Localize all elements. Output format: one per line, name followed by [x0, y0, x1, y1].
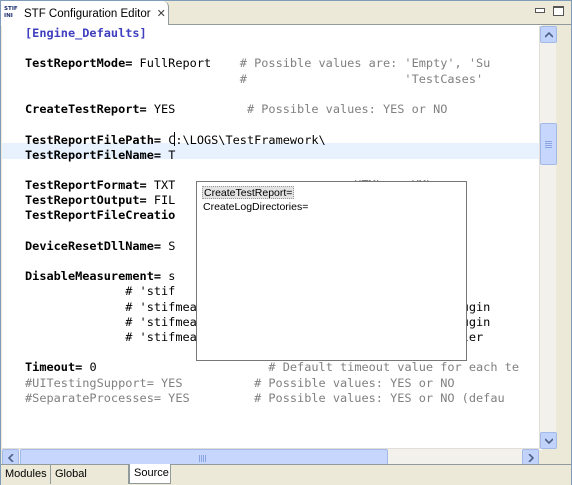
arrow-right-icon — [528, 454, 534, 462]
editor-tab-strip: STIF INI STF Configuration Editor ✕ — [1, 1, 571, 26]
source-token: # Default timeout value for each te — [268, 360, 519, 375]
source-editor[interactable]: [Engine_Defaults] TestReportMode= FullRep… — [2, 25, 542, 450]
source-token: DeviceResetDllName= — [25, 238, 162, 253]
source-token: #SeparateProcesses= YES # Possible value… — [25, 390, 505, 405]
scroll-up-button[interactable] — [540, 26, 557, 43]
source-line: [Engine_Defaults] — [25, 26, 147, 41]
source-token: :\LOGS\TestFramework\ — [175, 133, 326, 148]
source-token: TestReportOutput= — [25, 193, 147, 208]
arrow-up-icon — [545, 32, 553, 38]
source-line: #SeparateProcesses= YES # Possible value… — [25, 391, 505, 406]
editor-tab[interactable]: STIF INI STF Configuration Editor ✕ — [1, 1, 169, 26]
tab-global-settings[interactable]: Global settings — [51, 465, 129, 484]
vertical-scrollbar[interactable] — [539, 26, 557, 449]
source-line: # 'TestCases' — [25, 72, 490, 87]
scroll-down-button[interactable] — [540, 432, 557, 449]
source-token: [Engine_Defaults] — [25, 26, 147, 40]
source-token — [25, 72, 240, 86]
source-token: # Possible values: YES or NO — [246, 102, 448, 116]
autocomplete-popup: CreateTestReport= CreateLogDirectories= — [196, 181, 467, 361]
page-tabs: Modules Global settings Source — [1, 464, 571, 485]
source-token: TestReportFilePath= — [25, 133, 162, 148]
autocomplete-item-create-log-directories[interactable]: CreateLogDirectories= — [202, 201, 309, 214]
arrow-left-icon — [8, 454, 14, 462]
maximize-icon[interactable] — [551, 5, 565, 17]
source-token: Timeout= — [25, 360, 83, 375]
source-token: TestReportFormat= — [25, 178, 147, 192]
source-line: TestReportMode= FullReport # Possible va… — [25, 56, 490, 71]
source-token: T — [161, 147, 176, 162]
source-line: TestReportFilePath= C:\LOGS\TestFramewor… — [25, 132, 326, 147]
editor-tab-title: STF Configuration Editor — [24, 7, 151, 20]
source-line: TestReportFileName= T — [25, 148, 175, 163]
vertical-scroll-thumb[interactable] — [540, 123, 557, 165]
horizontal-scrollbar[interactable] — [2, 448, 539, 466]
arrow-down-icon — [545, 438, 553, 444]
source-token: 0 — [82, 360, 269, 375]
source-line: CreateTestReport= YES # Possible values:… — [25, 102, 447, 117]
source-token: TestReportFileName= — [25, 147, 162, 162]
source-token: YES — [146, 102, 247, 116]
close-icon[interactable]: ✕ — [157, 8, 166, 19]
source-token: TestReportMode= — [25, 56, 133, 71]
minimize-icon[interactable] — [533, 5, 547, 17]
stif-ini-file-icon: STIF INI — [4, 5, 18, 19]
source-token: # Possible values are: 'Empty', 'Su — [239, 56, 491, 71]
source-token: # 'TestCases' — [239, 71, 491, 86]
tab-modules[interactable]: Modules — [1, 465, 51, 484]
source-token: CreateTestReport= — [25, 102, 147, 116]
tab-source[interactable]: Source — [129, 464, 171, 484]
source-token: DisableMeasurement= — [25, 269, 162, 284]
editor-window: STIF INI STF Configuration Editor ✕ [Engi… — [0, 0, 572, 485]
autocomplete-item-create-test-report[interactable]: CreateTestReport= — [202, 186, 295, 199]
source-line: Timeout= 0 # Default timeout value for e… — [25, 360, 519, 375]
source-token: #UITestingSupport= YES # Possible values… — [25, 375, 455, 390]
source-token: FullReport — [132, 56, 240, 71]
source-line: #UITestingSupport= YES # Possible values… — [25, 376, 455, 391]
source-token: TestReportFileCreatio — [25, 208, 176, 223]
source-token: C — [161, 133, 176, 148]
